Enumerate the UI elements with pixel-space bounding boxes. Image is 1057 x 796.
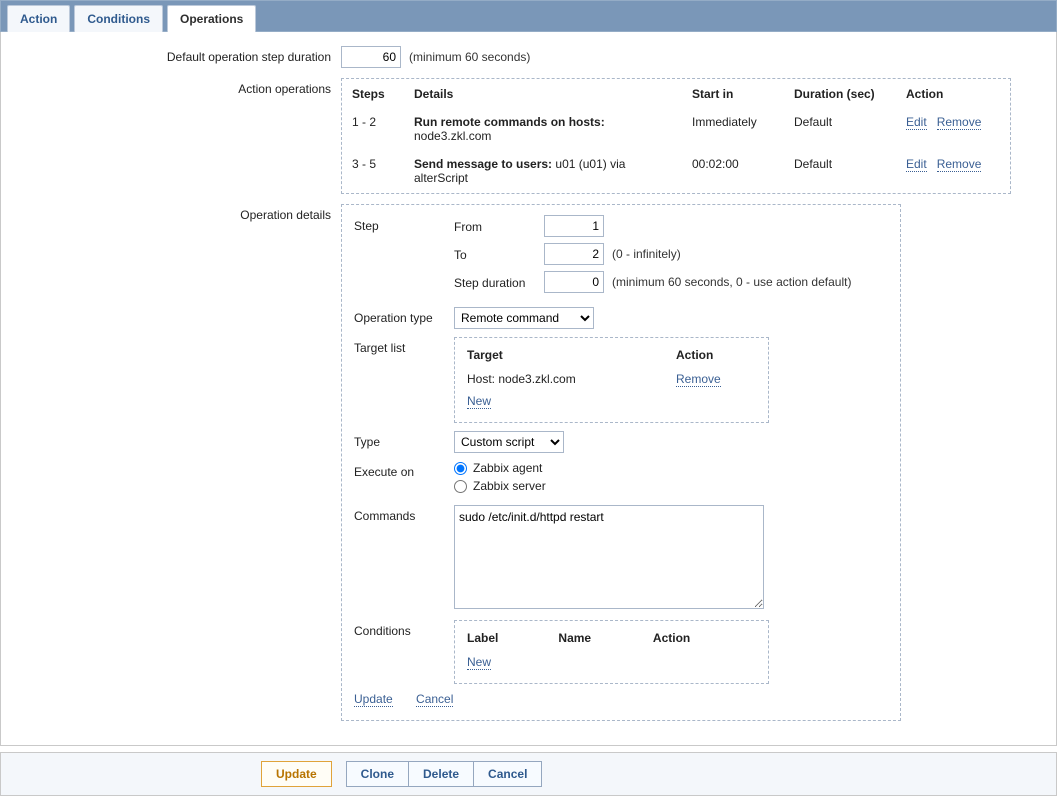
- col-steps: Steps: [344, 81, 404, 107]
- footer-bar: Update Clone Delete Cancel: [0, 752, 1057, 796]
- col-action: Action: [898, 81, 1008, 107]
- radio-zabbix-server[interactable]: [454, 480, 467, 493]
- cell-steps: 1 - 2: [344, 109, 404, 149]
- select-type[interactable]: Custom script: [454, 431, 564, 453]
- delete-button[interactable]: Delete: [409, 761, 474, 787]
- hint-infinitely: (0 - infinitely): [612, 247, 681, 261]
- tab-bar: Action Conditions Operations: [0, 0, 1057, 32]
- radio-label-agent: Zabbix agent: [473, 461, 542, 475]
- cell-details: Run remote commands on hosts: node3.zkl.…: [406, 109, 682, 149]
- details-update-link[interactable]: Update: [354, 692, 393, 707]
- select-operation-type[interactable]: Remote command: [454, 307, 594, 329]
- update-button[interactable]: Update: [261, 761, 332, 787]
- new-target-link[interactable]: New: [467, 394, 491, 409]
- col-details: Details: [406, 81, 682, 107]
- col-label: Label: [467, 631, 556, 651]
- col-action: Action: [653, 631, 756, 651]
- label-commands: Commands: [354, 505, 454, 523]
- details-cancel-link[interactable]: Cancel: [416, 692, 453, 707]
- table-row: 3 - 5 Send message to users: u01 (u01) v…: [344, 151, 1008, 191]
- label-operation-type: Operation type: [354, 307, 454, 325]
- target-list-box: Target Action Host: node3.zkl.com Remove…: [454, 337, 769, 423]
- edit-link[interactable]: Edit: [906, 157, 927, 172]
- col-start-in: Start in: [684, 81, 784, 107]
- operations-panel: Default operation step duration (minimum…: [0, 32, 1057, 746]
- col-duration: Duration (sec): [786, 81, 896, 107]
- cancel-button[interactable]: Cancel: [474, 761, 542, 787]
- label-default-step-duration: Default operation step duration: [11, 46, 341, 64]
- label-execute-on: Execute on: [354, 461, 454, 479]
- tab-operations[interactable]: Operations: [167, 5, 256, 32]
- col-name: Name: [558, 631, 650, 651]
- remove-link[interactable]: Remove: [937, 157, 982, 172]
- hint-step-duration: (minimum 60 seconds, 0 - use action defa…: [612, 275, 851, 289]
- tab-action[interactable]: Action: [7, 5, 70, 32]
- input-default-step-duration[interactable]: [341, 46, 401, 68]
- new-condition-link[interactable]: New: [467, 655, 491, 670]
- label-from: From: [454, 218, 544, 234]
- hint-min-60: (minimum 60 seconds): [409, 50, 530, 64]
- cell-start-in: 00:02:00: [684, 151, 784, 191]
- label-conditions: Conditions: [354, 620, 454, 638]
- label-target-list: Target list: [354, 337, 454, 355]
- textarea-commands[interactable]: sudo /etc/init.d/httpd restart: [454, 505, 764, 609]
- radio-label-server: Zabbix server: [473, 479, 546, 493]
- col-target: Target: [467, 348, 674, 368]
- label-action-operations: Action operations: [11, 78, 341, 96]
- table-row: 1 - 2 Run remote commands on hosts: node…: [344, 109, 1008, 149]
- label-to: To: [454, 246, 544, 262]
- remove-target-link[interactable]: Remove: [676, 372, 721, 387]
- target-cell: Host: node3.zkl.com: [467, 370, 674, 390]
- cell-duration: Default: [786, 109, 896, 149]
- clone-button[interactable]: Clone: [346, 761, 409, 787]
- label-step: Step: [354, 215, 454, 233]
- action-operations-table: Steps Details Start in Duration (sec) Ac…: [341, 78, 1011, 194]
- label-operation-details: Operation details: [11, 204, 341, 222]
- cell-duration: Default: [786, 151, 896, 191]
- radio-zabbix-agent[interactable]: [454, 462, 467, 475]
- edit-link[interactable]: Edit: [906, 115, 927, 130]
- remove-link[interactable]: Remove: [937, 115, 982, 130]
- operation-details-panel: Step From To (0 - infinitely): [341, 204, 901, 721]
- cell-steps: 3 - 5: [344, 151, 404, 191]
- cell-start-in: Immediately: [684, 109, 784, 149]
- input-step-duration[interactable]: [544, 271, 604, 293]
- label-step-duration: Step duration: [454, 274, 544, 290]
- input-step-to[interactable]: [544, 243, 604, 265]
- col-action: Action: [676, 348, 756, 368]
- conditions-box: Label Name Action New: [454, 620, 769, 684]
- cell-details: Send message to users: u01 (u01) via alt…: [406, 151, 682, 191]
- label-type: Type: [354, 431, 454, 449]
- input-step-from[interactable]: [544, 215, 604, 237]
- target-row: Host: node3.zkl.com Remove: [467, 370, 756, 390]
- tab-conditions[interactable]: Conditions: [74, 5, 163, 32]
